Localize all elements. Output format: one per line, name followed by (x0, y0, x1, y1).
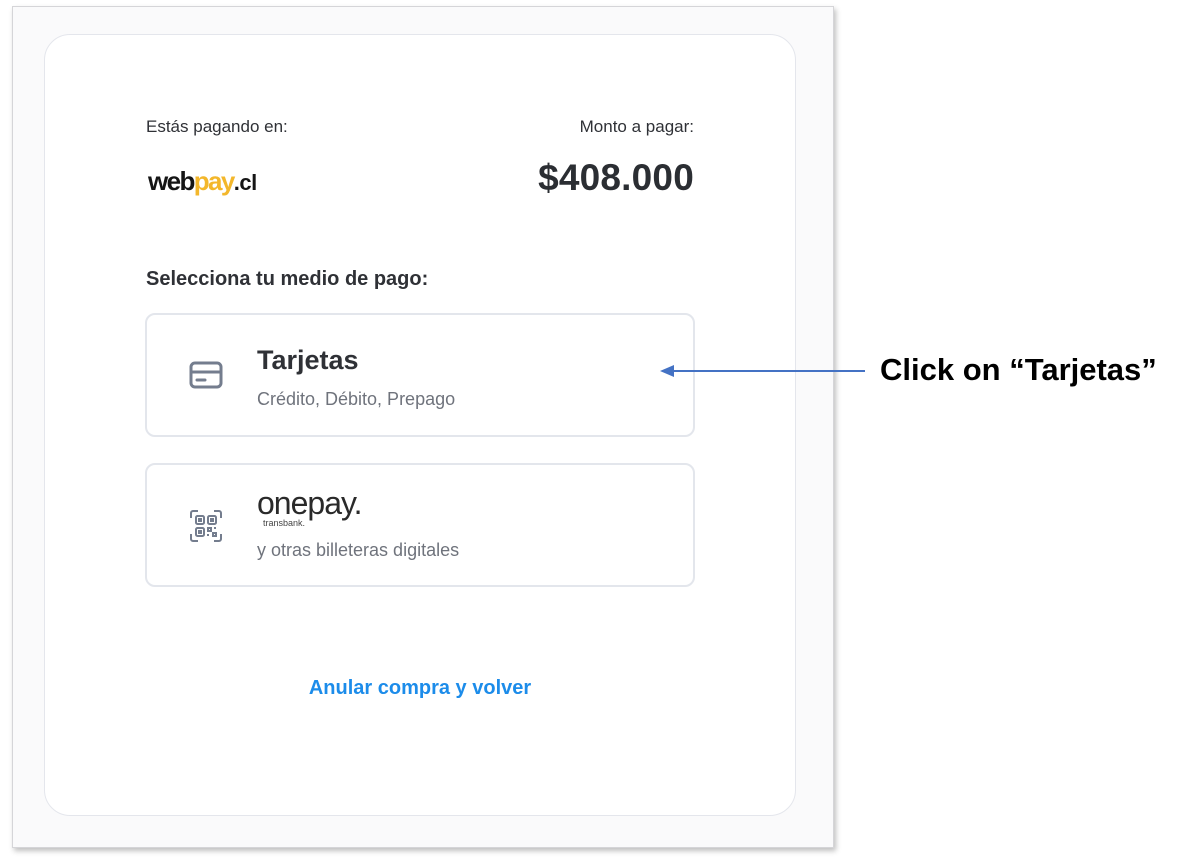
option-onepay-subtitle: y otras billeteras digitales (257, 540, 460, 560)
amount-label: Monto a pagar: (579, 117, 694, 136)
annotation-arrow (660, 364, 866, 383)
option-tarjetas[interactable]: Tarjetas Crédito, Débito, Prepago (145, 313, 695, 437)
amount-value: $408.000 (538, 157, 694, 198)
cancel-purchase-link[interactable]: Anular compra y volver (45, 677, 795, 700)
annotation-callout: Click on “Tarjetas” (880, 352, 1157, 387)
payment-card: Estás pagando en: Monto a pagar: webpay.… (44, 34, 796, 816)
onepay-logo: onepay. transbank. (257, 485, 362, 528)
logo-part-pay: pay (193, 166, 236, 196)
qr-code-icon (189, 509, 223, 548)
option-onepay[interactable]: onepay. transbank. y otras billeteras di… (145, 463, 695, 587)
screenshot-frame: Estás pagando en: Monto a pagar: webpay.… (12, 6, 834, 848)
credit-card-icon (189, 361, 223, 394)
onepay-brand: onepay. (257, 485, 362, 521)
select-method-title: Selecciona tu medio de pago: (146, 268, 429, 290)
onepay-transbank: transbank. (263, 518, 306, 528)
option-tarjetas-title: Tarjetas (257, 345, 359, 375)
paying-at-label: Estás pagando en: (146, 117, 288, 136)
logo-part-web: web (148, 166, 195, 196)
webpay-logo: webpay.cl (148, 166, 257, 197)
option-tarjetas-subtitle: Crédito, Débito, Prepago (257, 389, 456, 409)
logo-part-cl: .cl (233, 170, 257, 195)
